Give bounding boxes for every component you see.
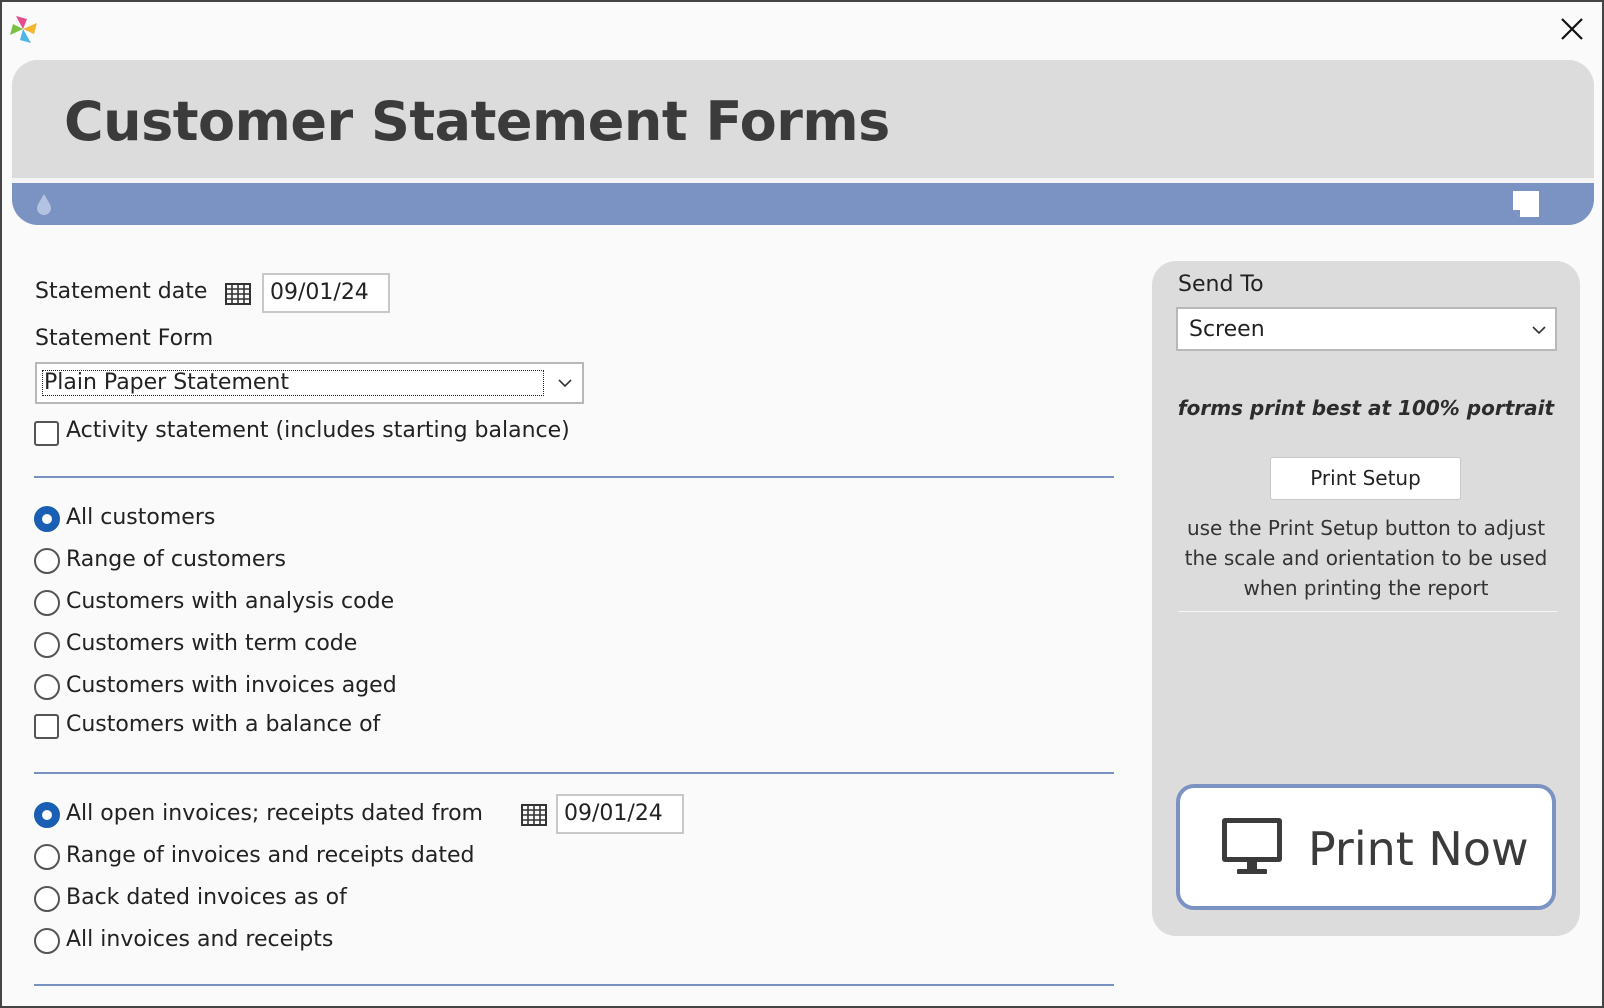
print-setup-help-line2: the scale and orientation to be used — [1184, 546, 1548, 570]
statement-date-label: Statement date — [35, 279, 208, 304]
radio-customers-invoices-aged[interactable] — [34, 674, 60, 700]
radio-all-invoices-receipts-label: All invoices and receipts — [66, 927, 334, 952]
statement-window: Customer Statement Forms Statement date … — [0, 0, 1604, 1008]
statement-form-select[interactable]: Plain Paper Statement — [35, 362, 584, 404]
calendar-icon[interactable] — [521, 804, 547, 826]
page-icon[interactable] — [1512, 189, 1540, 219]
radio-range-of-customers[interactable] — [34, 548, 60, 574]
monitor-icon — [1222, 818, 1282, 874]
print-setup-help-line3: when printing the report — [1243, 576, 1489, 600]
page-title: Customer Statement Forms — [64, 90, 890, 153]
activity-statement-label: Activity statement (includes starting ba… — [66, 418, 570, 443]
radio-range-invoices-receipts-label: Range of invoices and receipts dated — [66, 843, 475, 868]
radio-all-invoices-receipts[interactable] — [34, 928, 60, 954]
customers-balance-label: Customers with a balance of — [66, 712, 381, 737]
send-to-value: Screen — [1189, 317, 1265, 342]
calendar-icon[interactable] — [225, 283, 251, 305]
divider — [34, 476, 1114, 478]
radio-customers-term-code[interactable] — [34, 632, 60, 658]
customers-balance-checkbox[interactable] — [34, 714, 59, 739]
page-header: Customer Statement Forms — [12, 60, 1594, 225]
statement-date-field[interactable]: 09/01/24 — [262, 273, 390, 313]
header-band — [12, 183, 1594, 225]
radio-customers-analysis-code[interactable] — [34, 590, 60, 616]
divider — [1178, 611, 1557, 612]
app-pinwheel-icon — [10, 16, 37, 43]
divider — [34, 772, 1114, 774]
radio-customers-invoices-aged-label: Customers with invoices aged — [66, 673, 397, 698]
print-now-button[interactable]: Print Now — [1176, 784, 1556, 910]
radio-customers-term-code-label: Customers with term code — [66, 631, 358, 656]
statement-form-label: Statement Form — [35, 326, 214, 351]
radio-back-dated-invoices-label: Back dated invoices as of — [66, 885, 347, 910]
radio-all-open-invoices-label: All open invoices; receipts dated from — [66, 801, 483, 826]
statement-form-value: Plain Paper Statement — [44, 370, 289, 395]
radio-back-dated-invoices[interactable] — [34, 886, 60, 912]
print-setup-help-line1: use the Print Setup button to adjust — [1186, 516, 1546, 540]
receipts-from-date-field[interactable]: 09/01/24 — [556, 794, 684, 834]
radio-range-invoices-receipts[interactable] — [34, 844, 60, 870]
radio-range-of-customers-label: Range of customers — [66, 547, 286, 572]
chevron-down-icon — [558, 379, 572, 388]
send-to-select[interactable]: Screen — [1176, 307, 1557, 351]
close-icon[interactable] — [1557, 14, 1587, 44]
radio-all-customers-label: All customers — [66, 505, 216, 530]
divider — [34, 984, 1114, 986]
print-hint: forms print best at 100% portrait — [1177, 396, 1555, 420]
chevron-down-icon — [1532, 326, 1546, 335]
radio-all-open-invoices[interactable] — [34, 802, 60, 828]
send-to-label: Send To — [1178, 272, 1264, 297]
droplet-icon — [37, 194, 51, 215]
print-now-label: Print Now — [1308, 822, 1529, 876]
radio-customers-analysis-code-label: Customers with analysis code — [66, 589, 395, 614]
activity-statement-checkbox[interactable] — [34, 421, 59, 446]
radio-all-customers[interactable] — [34, 506, 60, 532]
print-setup-button[interactable]: Print Setup — [1270, 457, 1461, 500]
